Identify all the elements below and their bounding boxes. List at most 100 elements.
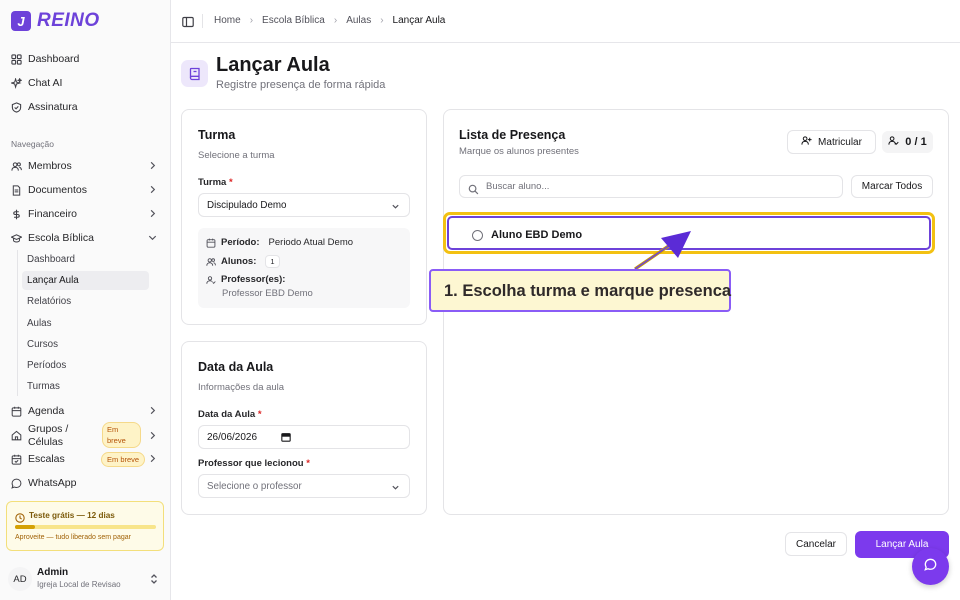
date-field-label: Data da Aula * — [198, 409, 262, 420]
presenca-card-title: Lista de Presença — [459, 128, 566, 142]
clock-icon — [15, 510, 25, 523]
page-title: Lançar Aula — [216, 54, 330, 76]
professor-row: Professor(es): — [206, 274, 285, 285]
breadcrumb-aulas[interactable]: Aulas — [346, 15, 371, 26]
professor-value: Professor EBD Demo — [222, 288, 313, 299]
presence-count: 0 / 1 — [905, 136, 927, 148]
sidebar-item-label: Escalas — [28, 453, 65, 465]
sidebar-item-whatsapp[interactable]: WhatsApp — [6, 472, 164, 494]
sidebar-item-agenda[interactable]: Agenda — [6, 400, 164, 422]
chevron-right-icon — [147, 184, 158, 195]
periodo-value: Periodo Atual Demo — [268, 237, 354, 248]
professor-field-label: Professor que lecionou * — [198, 458, 310, 469]
user-menu[interactable]: AD Admin Igreja Local de Revisao — [6, 563, 164, 593]
sidebar-item-dashboard[interactable]: Dashboard — [6, 48, 164, 70]
turma-select-value: Discipulado Demo — [207, 199, 287, 211]
divider — [202, 14, 203, 28]
chevrons-up-down-icon — [149, 572, 159, 584]
sidebar-subitem-periodos[interactable]: Períodos — [22, 356, 149, 375]
mark-all-button[interactable]: Marcar Todos — [851, 175, 933, 198]
search-icon — [468, 182, 479, 195]
trial-banner[interactable]: Teste grátis — 12 dias Aproveite — tudo … — [6, 501, 164, 551]
date-value: 26/06/2026 — [207, 431, 258, 443]
periodo-row: Período: Periodo Atual Demo — [206, 237, 353, 248]
professor-select-placeholder: Selecione o professor — [207, 480, 302, 492]
user-name: Admin — [37, 567, 69, 578]
periodo-label: Período: — [221, 237, 260, 248]
sidebar-item-membros[interactable]: Membros — [6, 155, 164, 177]
dollar-icon — [11, 209, 22, 220]
tutorial-callout: 1. Escolha turma e marque presenca — [429, 269, 731, 312]
user-plus-icon — [801, 135, 812, 149]
user-org: Igreja Local de Revisao — [37, 580, 121, 589]
sidebar-item-label: Escola Bíblica — [28, 232, 94, 244]
grid-icon — [11, 53, 22, 65]
date-field-label-text: Data da Aula — [198, 409, 256, 420]
page-subtitle: Registre presença de forma rápida — [216, 79, 386, 91]
book-icon — [181, 60, 208, 87]
shield-check-icon — [11, 101, 22, 113]
users-icon — [206, 257, 216, 267]
date-input[interactable]: 26/06/2026 — [198, 425, 410, 449]
breadcrumb-escola-biblica[interactable]: Escola Bíblica — [262, 15, 325, 26]
sidebar-item-financeiro[interactable]: Financeiro — [6, 203, 164, 225]
brand-logo[interactable]: J REINO — [11, 10, 100, 32]
avatar: AD — [8, 567, 32, 591]
sidebar-item-documentos[interactable]: Documentos — [6, 179, 164, 201]
graduation-cap-icon — [11, 233, 22, 244]
student-search[interactable] — [459, 175, 843, 198]
turma-card-title: Turma — [198, 128, 236, 142]
data-card-title: Data da Aula — [198, 360, 274, 374]
sidebar-item-label: Chat AI — [28, 77, 63, 89]
users-icon — [11, 161, 22, 172]
sidebar-item-label: Grupos / Células — [28, 423, 69, 448]
turma-card-desc: Selecione a turma — [198, 150, 275, 161]
turma-select[interactable]: Discipulado Demo — [198, 193, 410, 217]
sidebar-subitem-aulas[interactable]: Aulas — [22, 314, 149, 333]
sidebar-subitem-relatorios[interactable]: Relatórios — [22, 292, 149, 311]
breadcrumb-current: Lançar Aula — [392, 15, 446, 26]
presence-checkbox[interactable] — [472, 230, 483, 241]
sidebar-item-escola-biblica[interactable]: Escola Bíblica — [6, 227, 164, 249]
turma-field-label-text: Turma — [198, 177, 227, 188]
sidebar-item-chat-ai[interactable]: Chat AI — [6, 72, 164, 94]
presence-counter: 0 / 1 — [882, 131, 933, 153]
breadcrumb: Home › Escola Bíblica › Aulas › Lançar A… — [214, 15, 445, 26]
sidebar-subitem-cursos[interactable]: Cursos — [22, 335, 149, 354]
sidebar: J REINO Dashboard Chat AI Assinatura Nav… — [0, 0, 171, 600]
brand-name: REINO — [37, 10, 100, 31]
sidebar-item-label: Assinatura — [28, 101, 78, 113]
turma-field-label: Turma * — [198, 177, 233, 188]
required-mark: * — [257, 409, 262, 420]
search-input[interactable] — [486, 179, 826, 194]
presenca-card — [443, 109, 949, 515]
submenu-guide-line — [17, 250, 18, 396]
professor-select[interactable]: Selecione o professor — [198, 474, 410, 498]
calendar-picker-icon[interactable] — [281, 432, 291, 442]
users-icon — [888, 135, 899, 149]
calendar-icon — [206, 238, 216, 248]
soon-badge: Em breve — [102, 422, 141, 448]
chat-fab-button[interactable] — [912, 548, 949, 585]
required-mark: * — [306, 458, 310, 469]
turma-info-box: Período: Periodo Atual Demo Alunos: 1 Pr… — [198, 228, 410, 308]
sidebar-item-label: WhatsApp — [28, 477, 77, 489]
sidebar-subitem-turmas[interactable]: Turmas — [22, 377, 149, 396]
sidebar-toggle-icon[interactable] — [182, 15, 194, 28]
soon-badge: Em breve — [101, 452, 146, 467]
cancel-button[interactable]: Cancelar — [785, 532, 847, 556]
alunos-label: Alunos: — [221, 256, 257, 267]
message-circle-icon — [11, 478, 22, 489]
user-check-icon — [206, 275, 216, 285]
chevron-down-icon — [391, 483, 400, 492]
chevron-down-icon — [391, 202, 400, 211]
sidebar-subitem-lancar-aula[interactable]: Lançar Aula — [22, 271, 149, 290]
breadcrumb-home[interactable]: Home — [214, 15, 241, 26]
matricular-button[interactable]: Matricular — [787, 130, 876, 154]
data-card-desc: Informações da aula — [198, 382, 285, 393]
sidebar-item-label: Dashboard — [28, 53, 80, 65]
sidebar-item-assinatura[interactable]: Assinatura — [6, 96, 164, 118]
calendar-icon — [11, 406, 22, 417]
sidebar-subitem-dashboard[interactable]: Dashboard — [22, 250, 149, 269]
alunos-row: Alunos: 1 — [206, 255, 280, 268]
